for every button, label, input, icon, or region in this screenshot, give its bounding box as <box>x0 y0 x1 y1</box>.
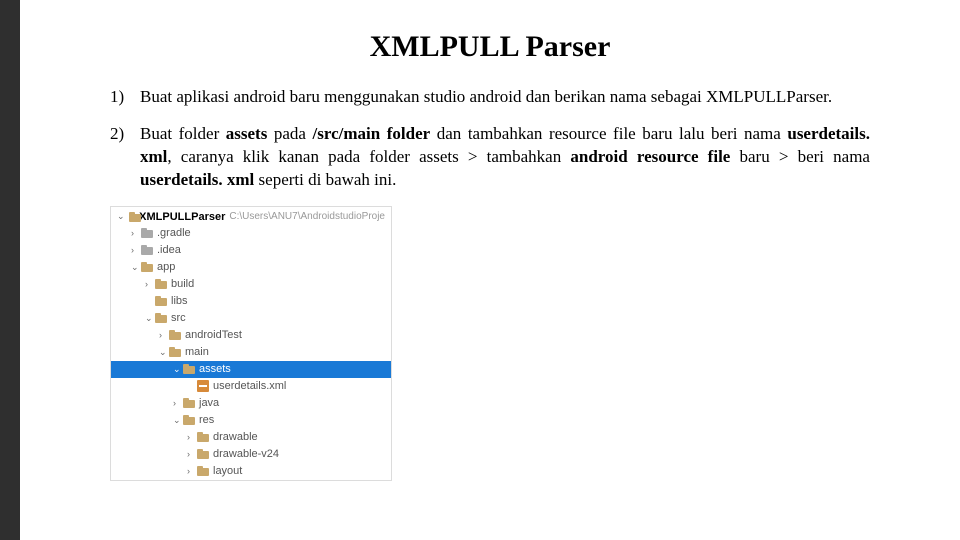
list-number: 2) <box>110 123 140 192</box>
page-title: XMLPULL Parser <box>110 30 870 64</box>
tree-row: ⌄ main <box>111 344 391 361</box>
folder-icon <box>183 415 195 425</box>
list-text: Buat folder assets pada /src/main folder… <box>140 123 870 192</box>
folder-icon <box>183 398 195 408</box>
chevron-right-icon: › <box>187 432 197 442</box>
list-number: 1) <box>110 86 140 109</box>
tree-row: libs <box>111 293 391 310</box>
tree-row-label: libs <box>171 295 188 307</box>
tree-row-label: drawable-v24 <box>213 448 279 460</box>
folder-icon <box>183 364 195 374</box>
chevron-right-icon: › <box>187 449 197 459</box>
tree-row: userdetails.xml <box>111 378 391 395</box>
folder-icon <box>141 228 153 238</box>
folder-icon <box>197 466 209 476</box>
chevron-down-icon: ⌄ <box>145 313 155 324</box>
chevron-down-icon: ⌄ <box>117 211 125 222</box>
folder-icon <box>169 330 181 340</box>
chevron-right-icon: › <box>145 279 155 289</box>
tree-row-label: java <box>199 397 219 409</box>
tree-row: › androidTest <box>111 327 391 344</box>
tree-row-label: .idea <box>157 244 181 256</box>
tree-row-label: .gradle <box>157 227 191 239</box>
folder-icon <box>141 262 153 272</box>
chevron-down-icon: ⌄ <box>173 415 183 426</box>
tree-row-label: res <box>199 414 214 426</box>
tree-row: ⌄ res <box>111 412 391 429</box>
list-item: 2) Buat folder assets pada /src/main fol… <box>110 123 870 192</box>
list-item: 1) Buat aplikasi android baru menggunaka… <box>110 86 870 109</box>
folder-icon <box>197 432 209 442</box>
tree-row: ⌄ app <box>111 259 391 276</box>
tree-row: › java <box>111 395 391 412</box>
project-tree-screenshot: ⌄ XMLPULLParser C:\Users\ANU7\Androidstu… <box>110 206 392 481</box>
tree-row-label: assets <box>199 363 231 375</box>
tree-row-label: userdetails.xml <box>213 380 286 392</box>
folder-icon <box>155 313 167 323</box>
xml-file-icon <box>197 380 209 392</box>
chevron-right-icon: › <box>173 398 183 408</box>
chevron-right-icon: › <box>131 228 141 238</box>
chevron-down-icon: ⌄ <box>173 364 183 375</box>
tree-row-label: androidTest <box>185 329 242 341</box>
slide-content: XMLPULL Parser 1) Buat aplikasi android … <box>20 0 960 540</box>
tree-row-label: layout <box>213 465 242 477</box>
project-path: C:\Users\ANU7\AndroidstudioProje <box>229 211 385 222</box>
tree-row: › drawable <box>111 429 391 446</box>
tree-row: › layout <box>111 463 391 480</box>
tree-row: ⌄ src <box>111 310 391 327</box>
list-text: Buat aplikasi android baru menggunakan s… <box>140 86 870 109</box>
folder-icon <box>169 347 181 357</box>
folder-icon <box>141 245 153 255</box>
folder-icon <box>197 449 209 459</box>
project-tree-body: ›.gradle›.idea⌄app›buildlibs⌄src›android… <box>111 225 391 480</box>
chevron-down-icon: ⌄ <box>131 262 141 273</box>
slide-accent-bar <box>0 0 20 540</box>
project-tree-header: ⌄ XMLPULLParser C:\Users\ANU7\Androidstu… <box>111 207 391 225</box>
tree-row-label: drawable <box>213 431 258 443</box>
folder-icon <box>129 212 132 222</box>
tree-row-label: build <box>171 278 194 290</box>
tree-row: › drawable-v24 <box>111 446 391 463</box>
folder-icon <box>155 279 167 289</box>
folder-icon <box>155 296 167 306</box>
tree-row: ⌄ assets <box>111 361 391 378</box>
chevron-down-icon: ⌄ <box>159 347 169 358</box>
chevron-right-icon: › <box>131 245 141 255</box>
project-name: XMLPULLParser <box>139 211 225 223</box>
instruction-list: 1) Buat aplikasi android baru menggunaka… <box>110 86 870 192</box>
tree-row: › build <box>111 276 391 293</box>
chevron-right-icon: › <box>159 330 169 340</box>
chevron-right-icon: › <box>187 466 197 476</box>
tree-row: › .idea <box>111 242 391 259</box>
tree-row-label: main <box>185 346 209 358</box>
tree-row-label: app <box>157 261 175 273</box>
tree-row: › .gradle <box>111 225 391 242</box>
tree-row-label: src <box>171 312 186 324</box>
